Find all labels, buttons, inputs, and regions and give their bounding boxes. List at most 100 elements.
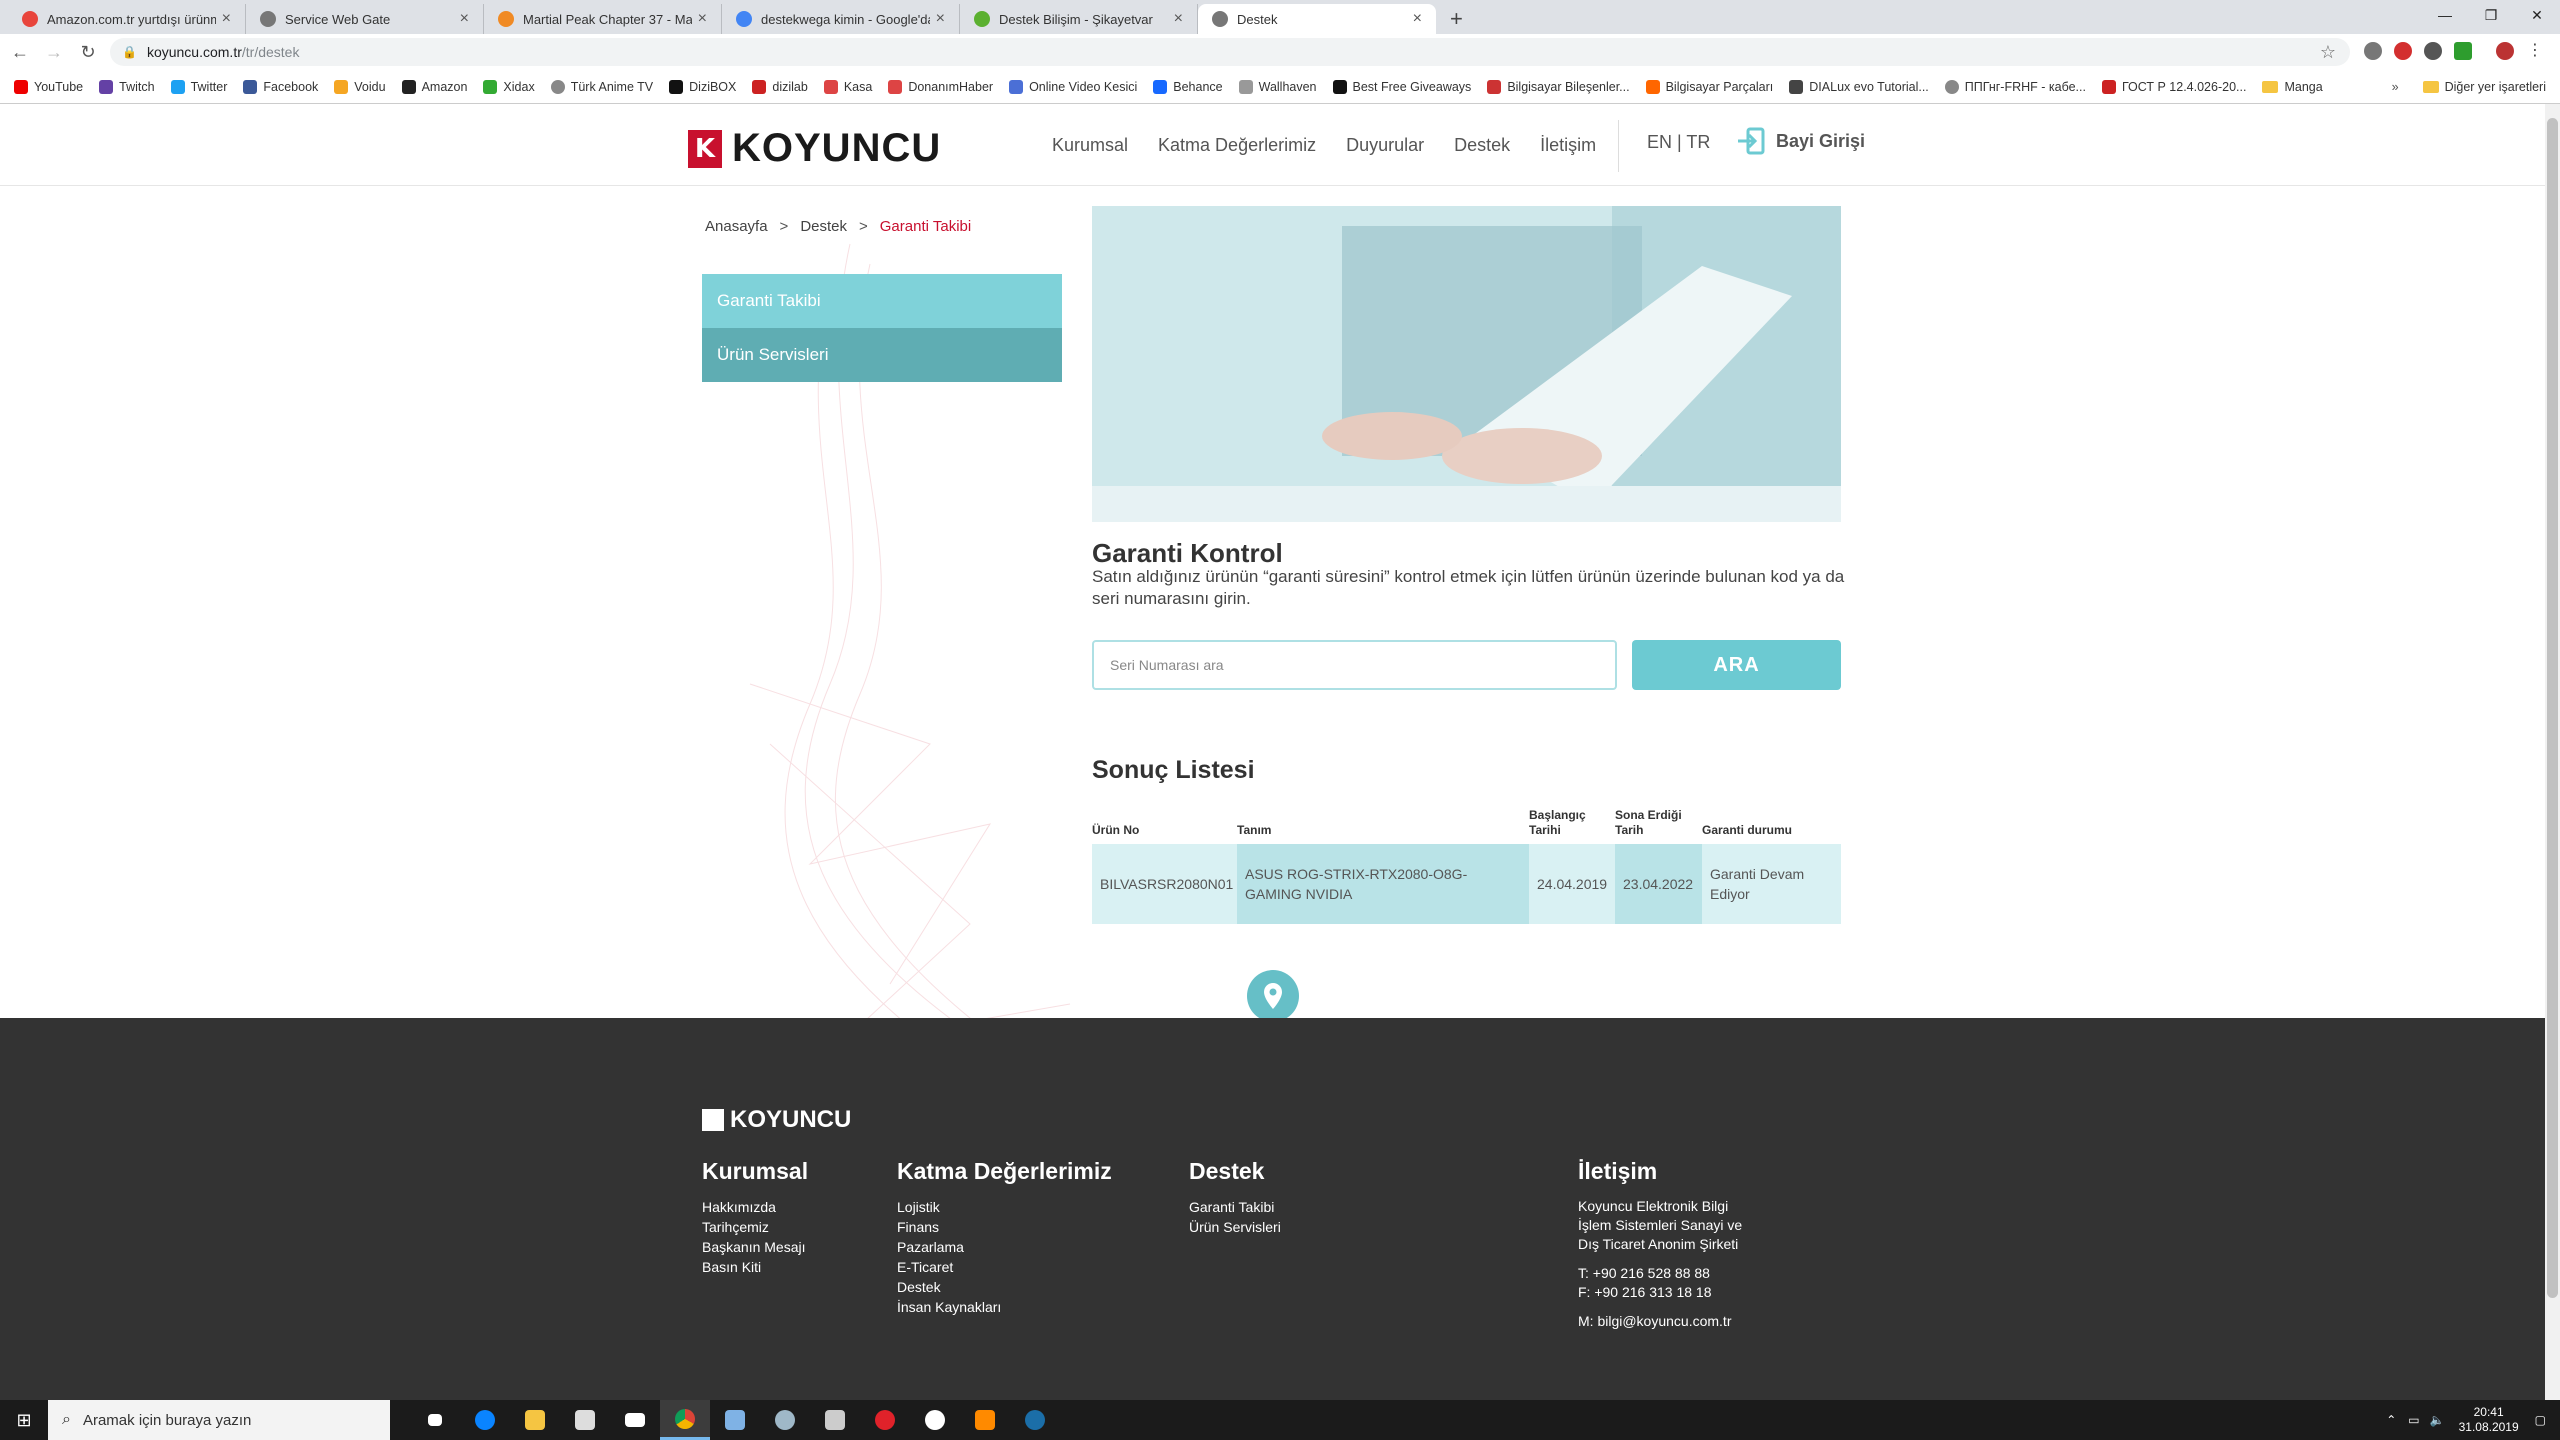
- bookmark-item[interactable]: Amazon: [401, 79, 467, 94]
- close-tab-icon[interactable]: ×: [936, 10, 945, 28]
- location-pin-icon[interactable]: [1247, 970, 1299, 1022]
- bookmark-item[interactable]: Behance: [1153, 79, 1223, 94]
- footer-link[interactable]: Basın Kiti: [702, 1257, 808, 1277]
- footer-link[interactable]: Ürün Servisleri: [1189, 1217, 1281, 1237]
- browser-tab[interactable]: Amazon.com.tr yurtdışı ürünmü ×: [8, 4, 246, 34]
- task-view-icon[interactable]: [410, 1400, 460, 1440]
- close-tab-icon[interactable]: ×: [1413, 10, 1422, 28]
- app-icon[interactable]: [760, 1400, 810, 1440]
- adblock-icon[interactable]: [2394, 42, 2412, 60]
- close-window-icon[interactable]: ✕: [2514, 0, 2560, 30]
- store-icon[interactable]: [560, 1400, 610, 1440]
- bookmark-item[interactable]: Best Free Giveaways: [1332, 79, 1471, 94]
- phone-number[interactable]: T: +90 216 528 88 88: [1578, 1264, 1748, 1283]
- app-icon[interactable]: [910, 1400, 960, 1440]
- bookmark-item[interactable]: Bilgisayar Parçaları: [1645, 79, 1773, 94]
- footer-link[interactable]: Garanti Takibi: [1189, 1197, 1281, 1217]
- breadcrumb-destek[interactable]: Destek: [800, 218, 847, 235]
- language-switch[interactable]: EN | TR: [1647, 132, 1710, 153]
- bookmark-item[interactable]: Twitch: [99, 79, 155, 94]
- edge-icon[interactable]: [460, 1400, 510, 1440]
- checkmark-extension-icon[interactable]: [2454, 42, 2472, 60]
- reload-icon[interactable]: ↻: [74, 42, 102, 63]
- bookmark-item[interactable]: YouTube: [14, 79, 83, 94]
- bookmark-item[interactable]: DiziBOX: [669, 79, 736, 94]
- bookmark-item[interactable]: ППГнг-FRHF - кабе...: [1944, 79, 2086, 94]
- browser-tab-active[interactable]: Destek ×: [1198, 4, 1436, 34]
- footer-link[interactable]: Destek: [897, 1277, 1112, 1297]
- new-tab-button[interactable]: +: [1450, 4, 1463, 34]
- sublime-icon[interactable]: [960, 1400, 1010, 1440]
- footer-link[interactable]: Pazarlama: [897, 1237, 1112, 1257]
- network-icon[interactable]: ▭: [2408, 1413, 2419, 1427]
- bookmark-item[interactable]: Xidax: [483, 79, 535, 94]
- back-icon[interactable]: ←: [6, 42, 34, 63]
- extension-icon[interactable]: [2424, 42, 2442, 60]
- footer-link[interactable]: İnsan Kaynakları: [897, 1297, 1112, 1317]
- bookmark-item[interactable]: Wallhaven: [1238, 79, 1317, 94]
- bookmark-item[interactable]: Türk Anime TV: [550, 79, 653, 94]
- page-scrollbar[interactable]: [2545, 104, 2560, 1400]
- bookmark-item[interactable]: Kasa: [823, 79, 872, 94]
- nav-iletisim[interactable]: İletişim: [1540, 135, 1596, 156]
- extension-icon[interactable]: [2364, 42, 2382, 60]
- windows-start-icon[interactable]: ⊞: [0, 1400, 48, 1440]
- tray-chevron-icon[interactable]: ⌃: [2386, 1413, 2396, 1427]
- side-menu-urun-servisleri[interactable]: Ürün Servisleri: [702, 328, 1062, 382]
- notifications-icon[interactable]: ▢: [2535, 1413, 2546, 1427]
- nav-katma-degerlerimiz[interactable]: Katma Değerlerimiz: [1158, 135, 1316, 156]
- bookmark-folder[interactable]: Manga: [2262, 80, 2323, 94]
- nav-destek[interactable]: Destek: [1454, 135, 1510, 156]
- close-tab-icon[interactable]: ×: [698, 10, 707, 28]
- nav-kurumsal[interactable]: Kurumsal: [1052, 135, 1128, 156]
- dealer-login-button[interactable]: Bayi Girişi: [1736, 126, 1865, 156]
- nav-duyurular[interactable]: Duyurular: [1346, 135, 1424, 156]
- browser-tab[interactable]: Destek Bilişim - Şikayetvar ×: [960, 4, 1198, 34]
- file-explorer-icon[interactable]: [510, 1400, 560, 1440]
- close-tab-icon[interactable]: ×: [460, 10, 469, 28]
- minimize-icon[interactable]: —: [2422, 0, 2468, 30]
- url-field[interactable]: 🔒 koyuncu.com.tr/tr/destek ☆: [110, 38, 2350, 66]
- close-tab-icon[interactable]: ×: [1174, 10, 1183, 28]
- calculator-icon[interactable]: [810, 1400, 860, 1440]
- restore-icon[interactable]: ❐: [2468, 0, 2514, 30]
- app-icon[interactable]: [710, 1400, 760, 1440]
- forward-icon[interactable]: →: [40, 42, 68, 63]
- bookmark-item[interactable]: dizilab: [752, 79, 808, 94]
- bookmark-item[interactable]: Bilgisayar Bileşenler...: [1487, 79, 1630, 94]
- footer-link[interactable]: Lojistik: [897, 1197, 1112, 1217]
- footer-link[interactable]: Başkanın Mesajı: [702, 1237, 808, 1257]
- scrollbar-thumb[interactable]: [2547, 118, 2558, 1298]
- taskbar-search[interactable]: ⌕ Aramak için buraya yazın: [48, 1400, 390, 1440]
- chrome-icon[interactable]: [660, 1400, 710, 1440]
- more-bookmarks-icon[interactable]: »: [2392, 80, 2399, 94]
- bookmark-star-icon[interactable]: ☆: [2320, 42, 2336, 63]
- close-tab-icon[interactable]: ×: [222, 10, 231, 28]
- bookmark-item[interactable]: DonanımHaber: [888, 79, 993, 94]
- footer-link[interactable]: Hakkımızda: [702, 1197, 808, 1217]
- profile-avatar-icon[interactable]: [2496, 42, 2514, 60]
- footer-link[interactable]: Tarihçemiz: [702, 1217, 808, 1237]
- footer-link[interactable]: E-Ticaret: [897, 1257, 1112, 1277]
- browser-tab[interactable]: Martial Peak Chapter 37 - Manga ×: [484, 4, 722, 34]
- bookmark-item[interactable]: ГОСТ Р 12.4.026-20...: [2101, 79, 2246, 94]
- clock[interactable]: 20:41 31.08.2019: [2459, 1405, 2519, 1435]
- side-menu-garanti-takibi[interactable]: Garanti Takibi: [702, 274, 1062, 328]
- footer-link[interactable]: Finans: [897, 1217, 1112, 1237]
- email-address[interactable]: M: bilgi@koyuncu.com.tr: [1578, 1312, 1748, 1331]
- bookmark-item[interactable]: DIALux evo Tutorial...: [1789, 79, 1929, 94]
- bookmark-item[interactable]: Twitter: [170, 79, 227, 94]
- breadcrumb-home[interactable]: Anasayfa: [705, 218, 768, 235]
- bookmark-item[interactable]: Voidu: [334, 79, 386, 94]
- serial-search-input[interactable]: Seri Numarası ara: [1092, 640, 1617, 690]
- volume-icon[interactable]: 🔈: [2430, 1413, 2445, 1427]
- opera-icon[interactable]: [860, 1400, 910, 1440]
- menu-dots-icon[interactable]: ⋮: [2526, 42, 2544, 60]
- bookmark-item[interactable]: Online Video Kesici: [1009, 79, 1137, 94]
- browser-tab[interactable]: destekwega kimin - Google'da Ara ×: [722, 4, 960, 34]
- steam-icon[interactable]: [1010, 1400, 1060, 1440]
- browser-tab[interactable]: Service Web Gate ×: [246, 4, 484, 34]
- search-button[interactable]: ARA: [1632, 640, 1841, 690]
- koyuncu-logo[interactable]: K KOYUNCU: [688, 126, 941, 171]
- footer-logo[interactable]: KOYUNCU: [702, 1106, 851, 1134]
